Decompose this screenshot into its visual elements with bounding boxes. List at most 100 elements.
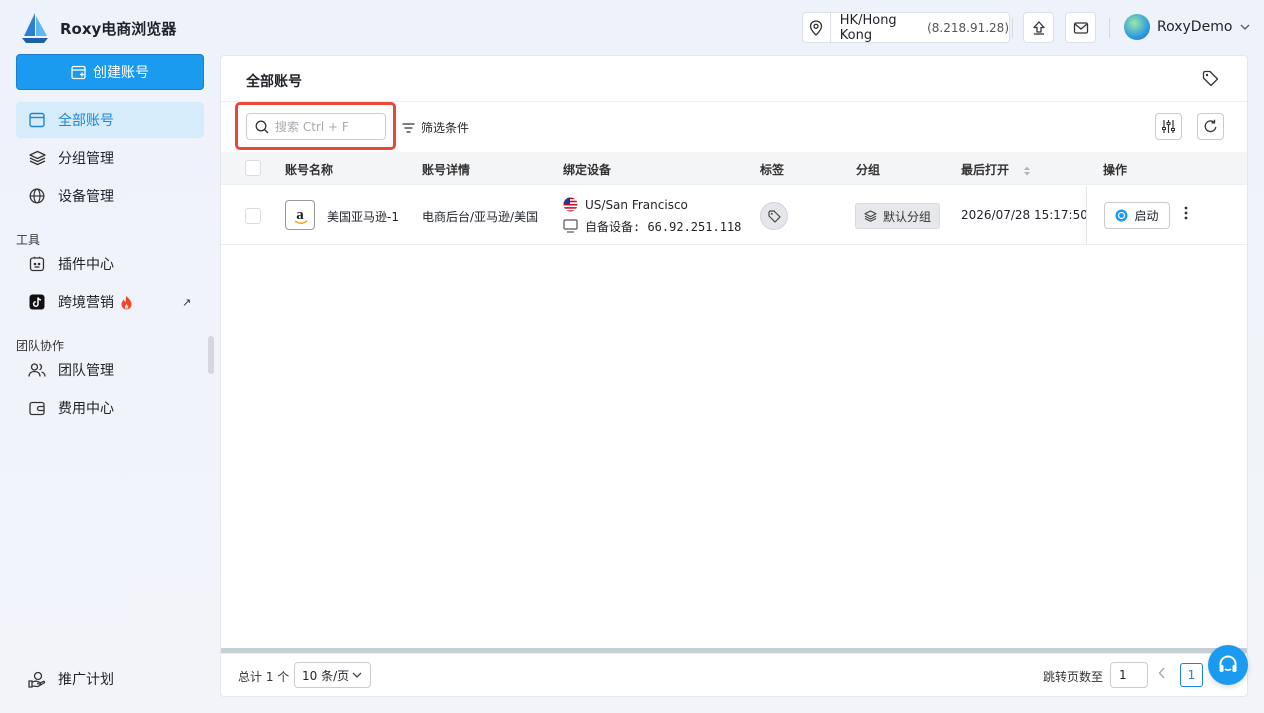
chevron-left-icon[interactable] (1158, 667, 1166, 679)
mail-icon (1073, 21, 1088, 34)
window-icon (28, 111, 46, 129)
promote-icon (28, 670, 46, 688)
sidebar-item-label: 插件中心 (58, 257, 114, 273)
main-panel: 全部账号 筛选条件 账号名称 账号详情 绑定设备 标签 分组 最后打开 操作 a (220, 55, 1248, 697)
users-icon (28, 361, 46, 379)
amazon-icon: a (285, 200, 315, 230)
sidebar-item-label: 全部账号 (58, 113, 114, 129)
jump-label: 跳转页数至 (1043, 670, 1104, 684)
last-open-time: 2026/07/28 15:17:50 (961, 208, 1088, 222)
chevron-down-icon (1240, 24, 1250, 30)
avatar (1124, 14, 1150, 40)
create-account-button[interactable]: 创建账号 (16, 54, 204, 90)
sidebar-item-billing[interactable]: 费用中心 (16, 390, 204, 426)
divider (221, 653, 1247, 654)
chrome-icon (1115, 209, 1128, 222)
fixed-column-divider (1086, 186, 1087, 245)
upload-icon (1032, 20, 1045, 35)
layers-icon (28, 149, 46, 167)
column-settings-button[interactable] (1155, 113, 1182, 140)
page-size-select[interactable]: 10 条/页 (294, 662, 371, 688)
sidebar-item-label: 设备管理 (58, 189, 114, 205)
sidebar-item-label: 推广计划 (58, 672, 114, 688)
search-highlight-box (235, 102, 396, 150)
column-header: 绑定设备 (563, 163, 612, 177)
sidebar-item-label: 团队管理 (58, 363, 114, 379)
layers-icon (864, 210, 877, 222)
tag-icon (767, 209, 781, 223)
select-all-checkbox[interactable] (245, 160, 261, 176)
column-header-label: 最后打开 (961, 163, 1010, 177)
monitor-icon (563, 219, 578, 233)
sidebar-item-devices[interactable]: 设备管理 (16, 178, 204, 214)
support-button[interactable] (1208, 645, 1248, 685)
filter-button[interactable]: 筛选条件 (402, 119, 469, 136)
column-header: 标签 (760, 163, 785, 177)
header-divider (1109, 18, 1110, 38)
column-header: 操作 (1103, 163, 1128, 177)
header-divider (1012, 18, 1013, 38)
sidebar-item-team[interactable]: 团队管理 (16, 352, 204, 388)
sidebar-item-label: 分组管理 (58, 151, 114, 167)
account-detail: 电商后台/亚马逊/美国 (422, 210, 539, 224)
group-badge: 默认分组 (855, 203, 941, 229)
device-location: US/San Francisco (585, 198, 688, 212)
wallet-icon (28, 399, 46, 417)
account-name[interactable]: 美国亚马逊-1 (327, 208, 399, 225)
message-button[interactable] (1065, 12, 1096, 43)
user-name: RoxyDemo (1157, 19, 1233, 35)
add-tag-button[interactable] (760, 202, 788, 230)
proxy-ip: (8.218.91.28) (927, 20, 1009, 35)
upload-button[interactable] (1023, 12, 1054, 43)
sidebar-item-marketing[interactable]: 跨境营销 (16, 284, 204, 320)
user-menu[interactable]: RoxyDemo (1124, 14, 1250, 40)
sidebar-item-plugins[interactable]: 插件中心 (16, 246, 204, 282)
sidebar-item-label: 费用中心 (58, 401, 114, 417)
globe-icon (28, 187, 46, 205)
table-header: 账号名称 账号详情 绑定设备 标签 分组 最后打开 操作 (221, 152, 1247, 185)
refresh-icon (1204, 119, 1217, 133)
app-title: Roxy电商浏览器 (60, 20, 177, 38)
launch-button[interactable]: 启动 (1104, 202, 1170, 229)
sidebar-scrollbar[interactable] (208, 336, 214, 374)
table-row[interactable]: a 美国亚马逊-1 电商后台/亚马逊/美国 US/San Francisco 自… (221, 186, 1247, 245)
us-flag-icon (563, 197, 578, 212)
proxy-location-box[interactable]: HK/Hong Kong (8.218.91.28) (802, 12, 1010, 43)
sliders-icon (1162, 120, 1175, 133)
headset-icon (1219, 655, 1237, 672)
column-header: 分组 (856, 163, 881, 177)
jump-page-input[interactable]: 1 (1110, 662, 1148, 688)
sort-icon (1024, 166, 1031, 175)
page-number-current[interactable]: 1 (1180, 663, 1203, 687)
more-vertical-icon[interactable] (1184, 206, 1188, 220)
location-pin-icon (803, 13, 831, 42)
tiktok-icon (28, 293, 46, 311)
sidebar-item-all-accounts[interactable]: 全部账号 (16, 102, 204, 138)
roxy-logo (22, 13, 48, 43)
column-header: 账号详情 (422, 163, 471, 177)
proxy-location: HK/Hong Kong (839, 12, 897, 43)
create-account-label: 创建账号 (93, 65, 149, 81)
column-header-sortable[interactable]: 最后打开 (961, 161, 1031, 178)
filter-label: 筛选条件 (421, 121, 470, 135)
tag-icon[interactable] (1202, 70, 1219, 87)
add-window-icon (71, 65, 86, 79)
page-title: 全部账号 (246, 74, 302, 90)
refresh-button[interactable] (1197, 113, 1224, 140)
plugin-icon (28, 255, 46, 273)
app-header: Roxy电商浏览器 HK/Hong Kong (8.218.91.28) Rox… (0, 0, 1264, 56)
sidebar-item-label: 跨境营销 (58, 295, 114, 311)
chevron-down-icon (352, 672, 362, 678)
launch-label: 启动 (1134, 209, 1159, 223)
sidebar-item-promotion[interactable]: 推广计划 (16, 661, 204, 697)
column-header: 账号名称 (285, 163, 334, 177)
external-link-icon[interactable]: ↗ (182, 296, 191, 309)
device-info: 自备设备: 66.92.251.118 (585, 220, 742, 234)
filter-icon (402, 122, 415, 133)
row-checkbox[interactable] (245, 208, 261, 224)
group-name: 默认分组 (883, 209, 932, 224)
page-size-value: 10 条/页 (302, 668, 350, 683)
total-count: 总计 1 个 (238, 670, 290, 684)
fire-icon (121, 295, 132, 309)
sidebar-item-groups[interactable]: 分组管理 (16, 140, 204, 176)
